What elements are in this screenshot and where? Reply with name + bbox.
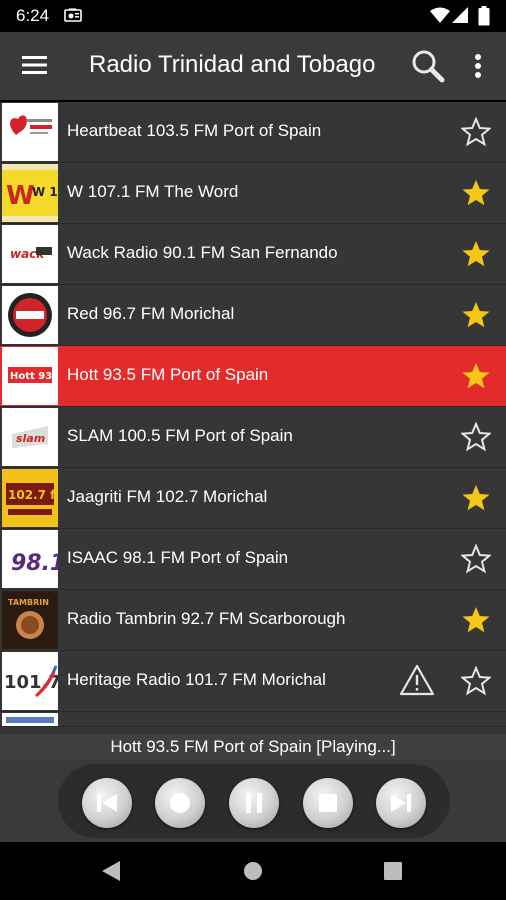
stop-button[interactable]: [303, 778, 353, 828]
player-controls: [0, 760, 506, 842]
station-logo: 98.1: [2, 530, 58, 588]
station-logo: W W 107.1: [2, 164, 58, 222]
star-outline-icon[interactable]: [461, 544, 491, 574]
recent-apps-icon[interactable]: [383, 861, 403, 881]
pause-button[interactable]: [229, 778, 279, 828]
app-bar: Radio Trinidad and Tobago: [0, 32, 506, 100]
svg-text:W: W: [6, 181, 35, 211]
station-logo: 101.7: [2, 652, 58, 710]
signal-icon: [452, 7, 468, 23]
star-filled-icon[interactable]: [461, 483, 491, 513]
notification-icon: [64, 8, 82, 22]
star-outline-icon[interactable]: [461, 666, 491, 696]
station-logo: 102.7 fm: [2, 469, 58, 527]
station-logo: Hott 93: [2, 347, 58, 405]
more-vert-icon[interactable]: [468, 50, 488, 82]
menu-icon[interactable]: [22, 54, 48, 76]
station-logo: TAMBRIN: [2, 591, 58, 649]
svg-text:98.1: 98.1: [11, 551, 58, 576]
pause-icon: [246, 793, 262, 813]
station-logo: [2, 286, 58, 344]
status-time: 6:24: [16, 6, 50, 25]
star-filled-icon[interactable]: [461, 178, 491, 208]
station-row-hott[interactable]: Hott 93 Hott 93.5 FM Port of Spain: [0, 346, 506, 407]
star-filled-icon[interactable]: [461, 605, 491, 635]
station-name: Heritage Radio 101.7 FM Morichal: [67, 670, 326, 689]
station-row-slam[interactable]: slam SLAM 100.5 FM Port of Spain: [0, 407, 506, 468]
station-logo: slam: [2, 408, 58, 466]
skip-previous-button[interactable]: [82, 778, 132, 828]
skip-next-button[interactable]: [376, 778, 426, 828]
station-list: Heartbeat 103.5 FM Port of Spain W W 107…: [0, 102, 506, 734]
station-name: SLAM 100.5 FM Port of Spain: [67, 426, 293, 445]
system-nav-bar: [0, 842, 506, 900]
station-name: Red 96.7 FM Morichal: [67, 304, 235, 323]
station-name: Heartbeat 103.5 FM Port of Spain: [67, 121, 322, 140]
station-row-w1071[interactable]: W W 107.1 W 107.1 FM The Word: [0, 163, 506, 224]
page-title: Radio Trinidad and Tobago: [89, 51, 376, 78]
record-button[interactable]: [155, 778, 205, 828]
star-outline-icon[interactable]: [461, 117, 491, 147]
station-name: W 107.1 FM The Word: [67, 182, 239, 201]
station-logo: wack: [2, 225, 58, 283]
star-filled-icon[interactable]: [461, 239, 491, 269]
station-row-isaac[interactable]: 98.1 ISAAC 98.1 FM Port of Spain: [0, 529, 506, 590]
station-name: ISAAC 98.1 FM Port of Spain: [67, 548, 289, 567]
station-name: Wack Radio 90.1 FM San Fernando: [67, 243, 338, 262]
now-playing-bar: Hott 93.5 FM Port of Spain [Playing...]: [0, 734, 506, 760]
battery-icon: [478, 6, 490, 26]
station-row-partial[interactable]: [0, 712, 506, 727]
svg-text:102.7 fm: 102.7 fm: [8, 488, 58, 502]
star-outline-icon[interactable]: [461, 422, 491, 452]
station-row-jaagriti[interactable]: 102.7 fm Jaagriti FM 102.7 Morichal: [0, 468, 506, 529]
svg-text:TAMBRIN: TAMBRIN: [8, 598, 49, 607]
search-icon[interactable]: [410, 48, 446, 84]
now-playing-text: Hott 93.5 FM Port of Spain [Playing...]: [110, 737, 396, 756]
station-row-wack[interactable]: wack Wack Radio 90.1 FM San Fernando: [0, 224, 506, 285]
svg-text:Hott 93: Hott 93: [10, 371, 52, 382]
station-logo: [2, 103, 58, 161]
station-row-heartbeat[interactable]: Heartbeat 103.5 FM Port of Spain: [0, 102, 506, 163]
skip-next-icon: [391, 794, 411, 812]
record-icon: [170, 793, 190, 813]
home-icon[interactable]: [243, 861, 263, 881]
back-icon[interactable]: [100, 859, 122, 883]
skip-previous-icon: [97, 794, 117, 812]
stop-icon: [319, 794, 337, 812]
svg-text:slam: slam: [16, 432, 45, 445]
station-row-tambrin[interactable]: TAMBRIN Radio Tambrin 92.7 FM Scarboroug…: [0, 590, 506, 651]
station-row-heritage[interactable]: 101.7 Heritage Radio 101.7 FM Morichal: [0, 651, 506, 712]
star-filled-icon[interactable]: [461, 300, 491, 330]
station-name: Hott 93.5 FM Port of Spain: [67, 365, 269, 384]
station-logo: [2, 713, 58, 726]
station-name: Radio Tambrin 92.7 FM Scarborough: [67, 609, 346, 628]
controls-panel: [58, 764, 450, 838]
station-name: Jaagriti FM 102.7 Morichal: [67, 487, 268, 506]
warning-icon[interactable]: [399, 663, 435, 697]
station-row-red[interactable]: Red 96.7 FM Morichal: [0, 285, 506, 346]
svg-text:W 107.1: W 107.1: [32, 185, 58, 199]
status-bar: 6:24: [0, 0, 506, 32]
star-filled-icon[interactable]: [461, 361, 491, 391]
wifi-icon: [430, 7, 450, 23]
